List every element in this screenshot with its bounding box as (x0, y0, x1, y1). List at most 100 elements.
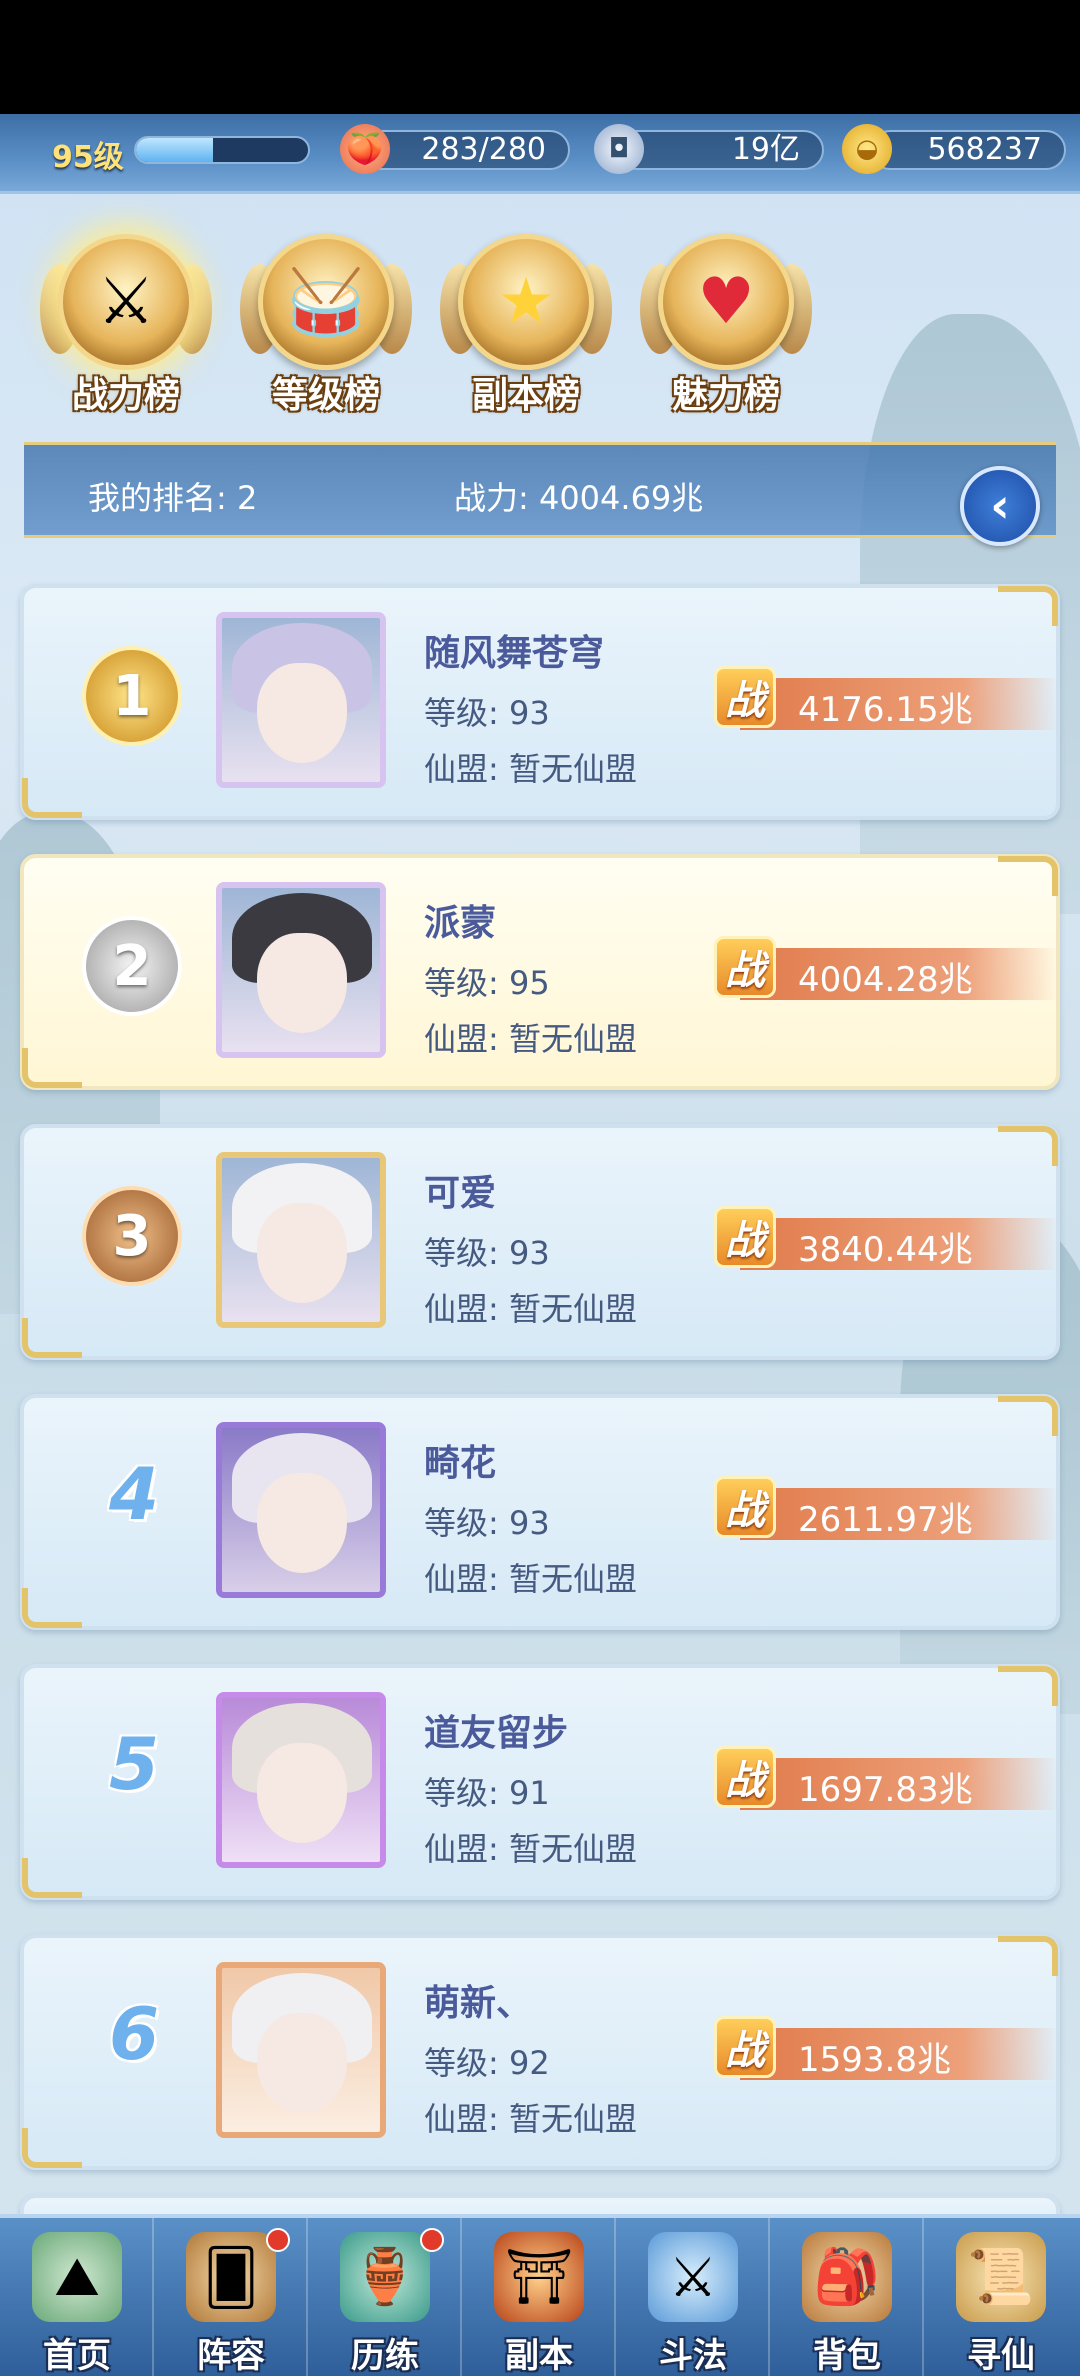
power-value: 4176.15兆 (798, 690, 973, 730)
player-level-text: 等级: 92 (424, 2044, 550, 2082)
nav-label: 副本 (505, 2336, 573, 2376)
my-rank-text: 我的排名: 2 (88, 479, 258, 517)
nav-label: 背包 (813, 2336, 881, 2376)
nav-lineup[interactable]: 🂠 阵容 (154, 2218, 308, 2376)
heart-medal-icon: ♥ (658, 234, 794, 370)
player-name: 萌新、 (424, 1983, 533, 2024)
avatar[interactable] (216, 1422, 386, 1598)
stamina-value: 283/280 (421, 132, 546, 167)
player-guild-text: 仙盟: 暂无仙盟 (424, 1290, 637, 1328)
player-name: 道友留步 (424, 1713, 569, 1754)
nav-backpack[interactable]: 🎒 背包 (770, 2218, 924, 2376)
drum-medal-icon: 🥁 (258, 234, 394, 370)
gold-ingot-icon: ◒ (842, 124, 892, 174)
corner-ornament (998, 1126, 1058, 1166)
avatar-face (257, 1203, 347, 1303)
avatar[interactable] (216, 882, 386, 1058)
avatar[interactable] (216, 1962, 386, 2138)
battle-power-icon: 战 (714, 2016, 776, 2078)
battle-power-icon: 战 (714, 666, 776, 728)
notification-dot (420, 2228, 444, 2252)
player-guild-text: 仙盟: 暂无仙盟 (424, 1020, 637, 1058)
rank-number: 2 (112, 933, 152, 999)
dungeon-gate-icon: ⛩ (494, 2232, 584, 2322)
power-value: 2611.97兆 (798, 1500, 973, 1540)
nav-training[interactable]: 🏺 历练 (308, 2218, 462, 2376)
tab-power-rank[interactable]: ⚔ 战力榜 (36, 234, 216, 416)
avatar[interactable] (216, 1152, 386, 1328)
rank-card-4[interactable]: 4 畸花 等级: 93 仙盟: 暂无仙盟 战 2611.97兆 (20, 1394, 1060, 1630)
home-island-icon: ⛰ (32, 2232, 122, 2322)
rank-card-2[interactable]: 2 派蒙 等级: 95 仙盟: 暂无仙盟 战 4004.28兆 (20, 854, 1060, 1090)
avatar-face (257, 2013, 347, 2113)
corner-ornament (998, 1666, 1058, 1706)
gold-rank-medal-icon: 1 (82, 646, 182, 746)
silver-rank-medal-icon: 2 (82, 916, 182, 1016)
tab-level-rank[interactable]: 🥁 等级榜 (236, 234, 416, 416)
player-level: 95级 (52, 140, 124, 175)
rank-card-1[interactable]: 1 随风舞苍穹 等级: 93 仙盟: 暂无仙盟 战 4176.15兆 (20, 584, 1060, 820)
training-gourd-icon: 🏺 (340, 2232, 430, 2322)
nav-label: 首页 (43, 2336, 111, 2376)
player-name: 派蒙 (424, 903, 497, 944)
nav-dungeon[interactable]: ⛩ 副本 (462, 2218, 616, 2376)
nav-label: 历练 (351, 2336, 419, 2376)
corner-ornament (998, 856, 1058, 896)
player-name: 随风舞苍穹 (424, 633, 605, 674)
tab-label: 魅力榜 (671, 375, 780, 416)
back-arrow-icon[interactable]: ‹ (960, 466, 1040, 546)
notification-dot (266, 2228, 290, 2252)
corner-ornament (22, 778, 82, 818)
peach-icon: 🍑 (340, 124, 390, 174)
battle-power-icon: 战 (714, 1746, 776, 1808)
status-bar-area (0, 0, 1080, 114)
avatar[interactable] (216, 1692, 386, 1868)
corner-ornament (998, 1396, 1058, 1436)
sword-medal-icon: ⚔ (58, 234, 194, 370)
resource-bar: 95级 283/280 🍑 19亿 ◘ 568237 ◒ (0, 114, 1080, 194)
rank-number: 6 (108, 1992, 160, 2076)
gold-value: 568237 (927, 132, 1042, 167)
rank-card-5[interactable]: 5 道友留步 等级: 91 仙盟: 暂无仙盟 战 1697.83兆 (20, 1664, 1060, 1900)
backpack-icon: 🎒 (802, 2232, 892, 2322)
player-guild-text: 仙盟: 暂无仙盟 (424, 2100, 637, 2138)
rank-number: 3 (112, 1203, 152, 1269)
player-name: 畸花 (424, 1443, 497, 1484)
player-level-text: 等级: 95 (424, 964, 550, 1002)
gold-counter[interactable]: 568237 (870, 130, 1066, 170)
nav-label: 斗法 (659, 2336, 727, 2376)
player-name: 可爱 (424, 1173, 497, 1214)
rank-card-6[interactable]: 6 萌新、 等级: 92 仙盟: 暂无仙盟 战 1593.8兆 (20, 1934, 1060, 2170)
nav-home[interactable]: ⛰ 首页 (0, 2218, 154, 2376)
nav-battle[interactable]: ⚔ 斗法 (616, 2218, 770, 2376)
corner-ornament (998, 1936, 1058, 1976)
silver-value: 19亿 (731, 132, 800, 167)
player-guild-text: 仙盟: 暂无仙盟 (424, 750, 637, 788)
my-power-text: 战力: 4004.69兆 (454, 479, 704, 517)
coin-icon: ◘ (594, 124, 644, 174)
star-medal-icon: ★ (458, 234, 594, 370)
avatar-face (257, 663, 347, 763)
rank-card-3[interactable]: 3 可爱 等级: 93 仙盟: 暂无仙盟 战 3840.44兆 (20, 1124, 1060, 1360)
rank-number: 5 (108, 1722, 160, 1806)
tab-dungeon-rank[interactable]: ★ 副本榜 (436, 234, 616, 416)
player-level-text: 等级: 93 (424, 694, 550, 732)
exp-progress-fill (136, 138, 214, 162)
ranking-screen: 95级 283/280 🍑 19亿 ◘ 568237 ◒ ⚔ 战力榜 🥁 等级榜… (0, 114, 1080, 2376)
nav-seek-immortal[interactable]: 📜 寻仙 (924, 2218, 1078, 2376)
tab-charm-rank[interactable]: ♥ 魅力榜 (636, 234, 816, 416)
power-value: 1593.8兆 (798, 2040, 951, 2080)
player-level-text: 等级: 93 (424, 1504, 550, 1542)
corner-ornament (22, 1048, 82, 1088)
bronze-rank-medal-icon: 3 (82, 1186, 182, 1286)
avatar[interactable] (216, 612, 386, 788)
avatar-face (257, 1743, 347, 1843)
power-value: 1697.83兆 (798, 1770, 973, 1810)
stamina-counter[interactable]: 283/280 (360, 130, 570, 170)
tab-label: 战力榜 (71, 375, 180, 416)
corner-ornament (22, 2128, 82, 2168)
player-level-text: 等级: 93 (424, 1234, 550, 1272)
silver-counter[interactable]: 19亿 (616, 130, 824, 170)
nav-label: 寻仙 (967, 2336, 1035, 2376)
battle-sword-icon: ⚔ (648, 2232, 738, 2322)
